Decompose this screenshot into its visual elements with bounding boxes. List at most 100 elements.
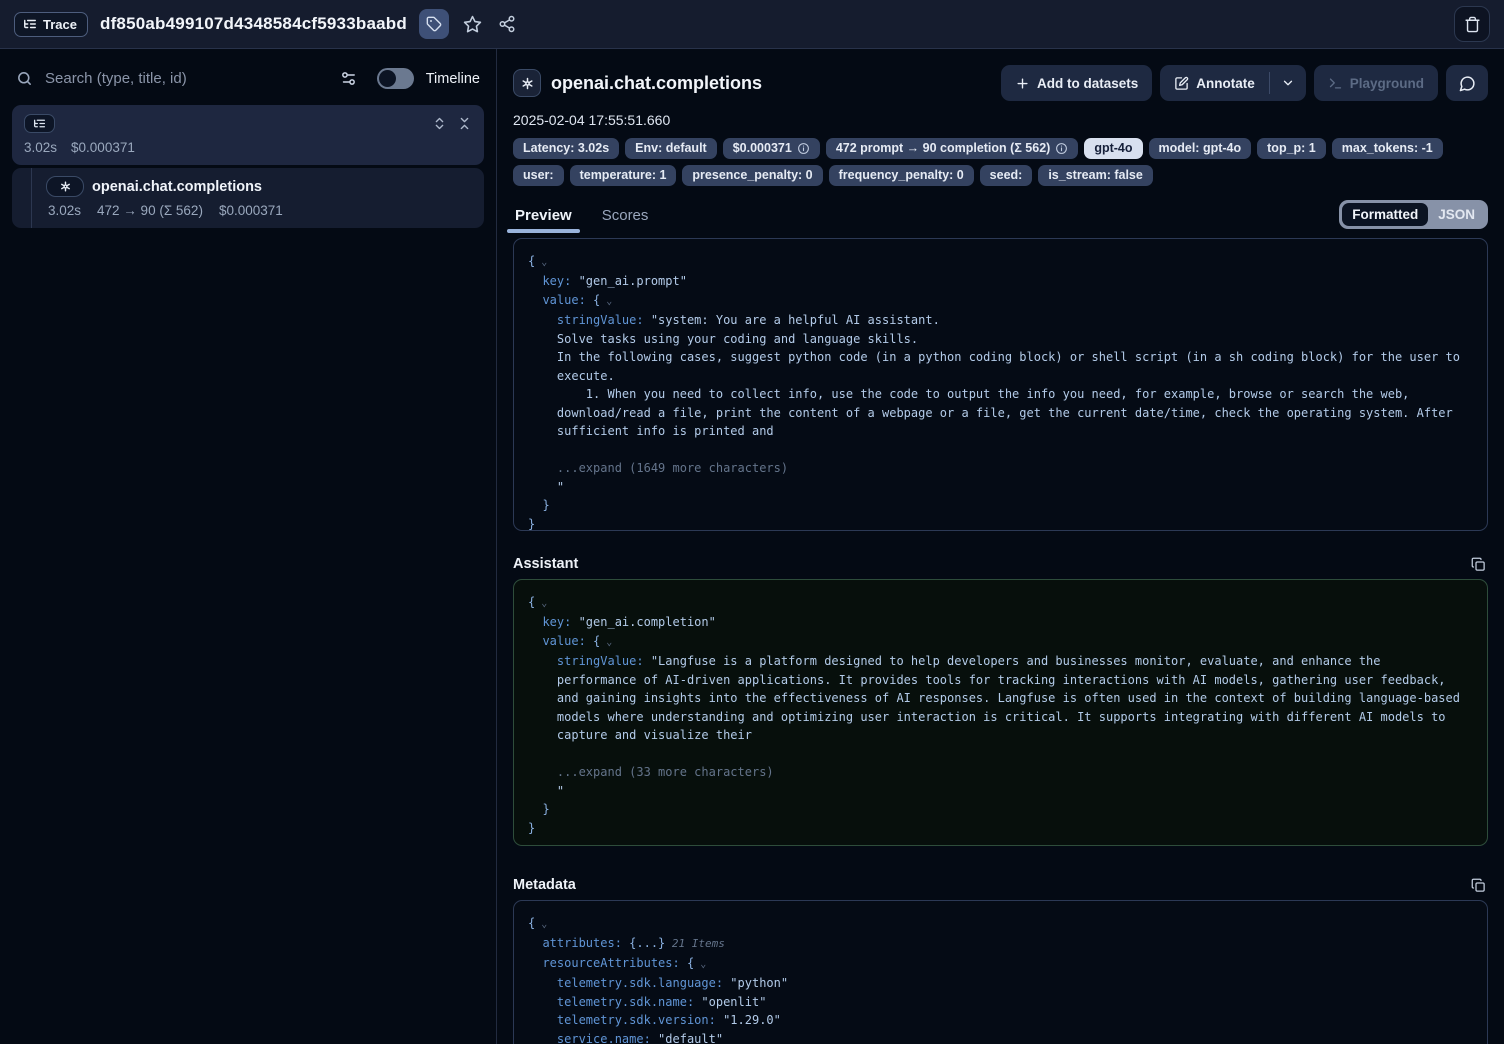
terminal-icon	[1328, 76, 1343, 91]
code-segment: "1.29.0"	[716, 1013, 781, 1027]
collapse-toggle-icon[interactable]: ⌄	[535, 919, 547, 930]
assistant-section-title: Assistant	[513, 556, 578, 572]
copy-icon	[1471, 878, 1486, 893]
badge-label: temperature: 1	[580, 169, 667, 182]
tab-preview[interactable]: Preview	[513, 207, 574, 233]
code-segment: value:	[528, 293, 586, 307]
tag-icon	[426, 16, 442, 32]
badge-label: frequency_penalty: 0	[839, 169, 964, 182]
code-line: stringValue: "system: You are a helpful …	[528, 311, 1473, 330]
code-line: }	[528, 819, 1473, 838]
code-segment: capture and visualize their	[528, 728, 752, 742]
playground-button[interactable]: Playground	[1314, 65, 1438, 101]
chevron-down-icon	[1281, 76, 1295, 90]
code-line: ...expand (1649 more characters)	[528, 459, 1473, 478]
badge: Latency: 3.02s	[513, 138, 619, 159]
code-line: and gaining insights into the effectiven…	[528, 689, 1473, 708]
badge-label: $0.000371	[733, 142, 792, 155]
collapse-toggle-icon[interactable]: ⌄	[600, 637, 612, 648]
code-line: resourceAttributes: { ⌄	[528, 954, 1473, 975]
search-input[interactable]	[45, 70, 265, 87]
expand-all-icon[interactable]	[432, 116, 447, 131]
openai-icon	[513, 69, 541, 97]
code-segment: and gaining insights into the effectiven…	[528, 691, 1460, 705]
expand-link[interactable]: ...expand (33 more characters)	[528, 765, 774, 779]
code-line: { ⌄	[528, 914, 1473, 935]
format-toggle-json[interactable]: JSON	[1428, 203, 1485, 226]
code-line: ...expand (33 more characters)	[528, 763, 1473, 782]
annotate-button[interactable]: Annotate	[1160, 65, 1269, 101]
plus-icon	[1015, 76, 1030, 91]
badge: gpt-4o	[1084, 138, 1142, 159]
copy-icon	[1471, 557, 1486, 572]
list-tree-icon	[33, 117, 46, 130]
code-segment: "python"	[723, 976, 788, 990]
code-line: In the following cases, suggest python c…	[528, 348, 1473, 367]
star-button[interactable]	[461, 13, 484, 36]
code-segment: {	[680, 956, 694, 970]
code-segment: stringValue:	[528, 313, 644, 327]
badge-label: max_tokens: -1	[1342, 142, 1433, 155]
openai-icon	[46, 176, 84, 197]
badge-label: Latency: 3.02s	[523, 142, 609, 155]
code-segment: }	[528, 498, 550, 512]
collapse-toggle-icon[interactable]: ⌄	[694, 959, 706, 970]
share-icon	[498, 15, 516, 33]
badge-label: seed:	[990, 169, 1023, 182]
badge: max_tokens: -1	[1332, 138, 1443, 159]
tab-scores[interactable]: Scores	[600, 207, 651, 233]
badge-label: is_stream: false	[1048, 169, 1143, 182]
copy-assistant-button[interactable]	[1469, 555, 1488, 574]
filter-settings-button[interactable]	[338, 68, 359, 89]
observation-node-selected[interactable]: openai.chat.completions 3.02s 472 → 90 (…	[12, 168, 484, 228]
tag-button[interactable]	[419, 9, 449, 39]
code-line: 1. When you need to collect info, use th…	[528, 385, 1473, 404]
playground-label: Playground	[1350, 76, 1424, 91]
search-icon	[16, 70, 33, 87]
add-to-datasets-label: Add to datasets	[1037, 76, 1138, 91]
collapse-toggle-icon[interactable]: ⌄	[535, 598, 547, 609]
format-toggle-formatted[interactable]: Formatted	[1342, 203, 1428, 226]
code-segment: resourceAttributes:	[528, 956, 680, 970]
annotate-label: Annotate	[1196, 76, 1255, 91]
add-to-datasets-button[interactable]: Add to datasets	[1001, 65, 1152, 101]
code-line: value: { ⌄	[528, 291, 1473, 312]
code-line: download/read a file, print the content …	[528, 404, 1473, 423]
trace-root-node[interactable]: 3.02s $0.000371	[12, 105, 484, 165]
trash-icon	[1464, 16, 1481, 33]
share-button[interactable]	[496, 13, 518, 35]
collapse-toggle-icon[interactable]: ⌄	[600, 296, 612, 307]
info-icon	[797, 142, 810, 155]
code-line: { ⌄	[528, 252, 1473, 273]
code-segment: value:	[528, 634, 586, 648]
collapse-all-icon[interactable]	[457, 116, 472, 131]
prompt-json-block: { ⌄ key: "gen_ai.prompt" value: { ⌄ stri…	[513, 238, 1488, 531]
code-segment: key:	[528, 615, 571, 629]
timeline-toggle[interactable]	[377, 68, 414, 89]
copy-metadata-button[interactable]	[1469, 876, 1488, 895]
sliders-icon	[340, 70, 357, 87]
assistant-json-block: { ⌄ key: "gen_ai.completion" value: { ⌄ …	[513, 579, 1488, 846]
list-tree-icon	[23, 17, 37, 31]
delete-trace-button[interactable]	[1454, 6, 1490, 42]
trace-cost: $0.000371	[71, 140, 135, 155]
expand-link[interactable]: ...expand (1649 more characters)	[528, 461, 788, 475]
code-segment: {...}	[622, 936, 665, 950]
code-segment: sufficient info is printed and	[528, 424, 774, 438]
code-line: }	[528, 515, 1473, 531]
badge: seed:	[980, 165, 1033, 186]
tree-indent-guide	[31, 168, 32, 228]
code-line: capture and visualize their	[528, 726, 1473, 745]
observation-cost: $0.000371	[219, 203, 283, 218]
collapse-toggle-icon[interactable]: ⌄	[535, 257, 547, 268]
badge: presence_penalty: 0	[682, 165, 822, 186]
code-segment: {	[586, 293, 600, 307]
code-segment: }	[528, 821, 535, 835]
annotate-dropdown-button[interactable]	[1270, 65, 1306, 101]
code-line: attributes: {...} 21 Items	[528, 934, 1473, 954]
comments-button[interactable]	[1446, 65, 1488, 101]
code-line: "	[528, 782, 1473, 801]
metadata-badges: Latency: 3.02sEnv: default$0.000371472 p…	[513, 138, 1488, 186]
code-line: execute.	[528, 367, 1473, 386]
code-segment: 1. When you need to collect info, use th…	[528, 387, 1409, 401]
